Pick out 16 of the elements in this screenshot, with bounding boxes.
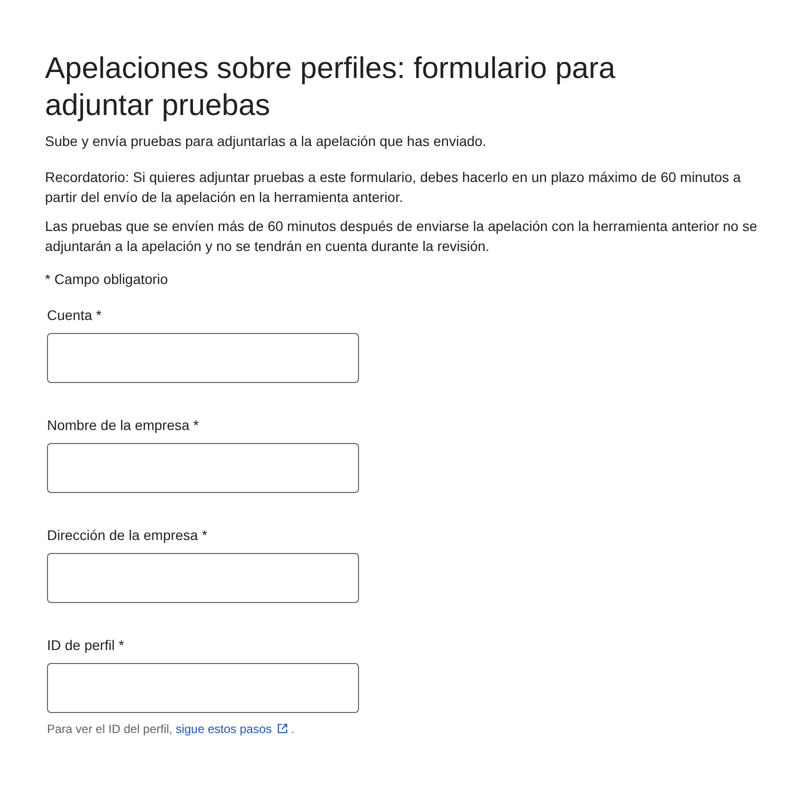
required-note: * Campo obligatorio (45, 270, 169, 289)
external-link-icon (276, 723, 288, 734)
notice-paragraph: Recordatorio: Si quieres adjuntar pruebas a este formulario, debes hacerlo en un plazo máximo de 60 minutos a partir del envío de la apelación en la herramienta anterior. (45, 168, 742, 207)
notice-paragraph: Las pruebas que se envíen más de 60 minutos después de enviarse la apelación con la herramienta anterior no se adjuntarán a la apelación y no se tendrán en cuenta durante la revisión. (45, 217, 758, 256)
input-field[interactable] (47, 443, 359, 493)
input-field[interactable] (47, 333, 359, 383)
field-label: Nombre de la empresa * (47, 416, 199, 435)
page-title: Apelaciones sobre perfiles: formulario para adjuntar pruebas (45, 51, 616, 124)
input-field[interactable] (47, 553, 359, 603)
input-field[interactable] (47, 663, 359, 713)
page-subtitle: Sube y envía pruebas para adjuntarlas a la apelación que has enviado. (45, 132, 488, 151)
hint-text: Para ver el ID del perfil, sigue estos pasos . (46, 721, 296, 738)
field-label: ID de perfil * (47, 636, 124, 655)
field-label: Dirección de la empresa * (47, 526, 208, 545)
field-label: Cuenta * (47, 306, 102, 325)
help-link[interactable]: sigue estos pasos (176, 722, 272, 736)
